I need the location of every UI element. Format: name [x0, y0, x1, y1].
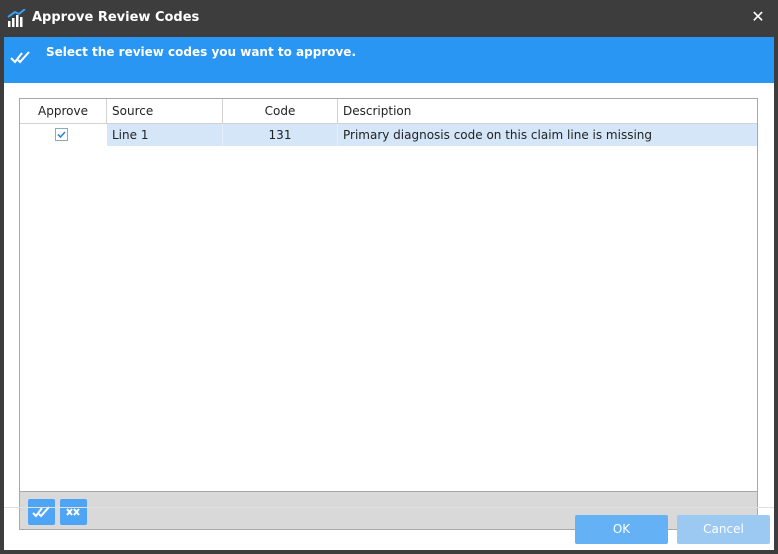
cancel-button[interactable]: Cancel — [677, 515, 770, 544]
ok-button[interactable]: OK — [575, 515, 668, 544]
instruction-banner: Select the review codes you want to appr… — [4, 37, 774, 83]
description-cell: Primary diagnosis code on this claim lin… — [338, 124, 757, 146]
approve-review-codes-dialog: Approve Review Codes ✕ Select the review… — [0, 0, 778, 554]
close-icon[interactable]: ✕ — [750, 9, 766, 25]
dialog-body: Select the review codes you want to appr… — [4, 37, 774, 550]
title-bar: Approve Review Codes ✕ — [0, 0, 778, 37]
bar-chart-icon — [7, 9, 26, 27]
column-header-approve[interactable]: Approve — [20, 99, 107, 123]
approve-cell — [20, 124, 107, 146]
source-cell: Line 1 — [107, 124, 223, 146]
column-header-code[interactable]: Code — [223, 99, 338, 123]
window-title: Approve Review Codes — [32, 10, 200, 25]
double-check-icon — [10, 51, 30, 64]
select-all-button[interactable] — [28, 499, 55, 525]
deselect-all-button[interactable] — [60, 499, 87, 525]
code-cell: 131 — [223, 124, 338, 146]
table-row[interactable]: Line 1 131 Primary diagnosis code on thi… — [20, 124, 757, 146]
deselect-all-icon — [66, 508, 80, 516]
approve-checkbox[interactable] — [55, 128, 68, 141]
column-header-source[interactable]: Source — [107, 99, 223, 123]
checkmark-icon — [57, 131, 66, 139]
column-header-description[interactable]: Description — [338, 99, 757, 123]
select-all-icon — [32, 506, 50, 518]
review-codes-grid: Approve Source Code Description Line 1 1… — [19, 98, 758, 492]
footer-divider — [4, 507, 774, 508]
instruction-text: Select the review codes you want to appr… — [46, 45, 357, 59]
grid-header: Approve Source Code Description — [20, 99, 757, 124]
